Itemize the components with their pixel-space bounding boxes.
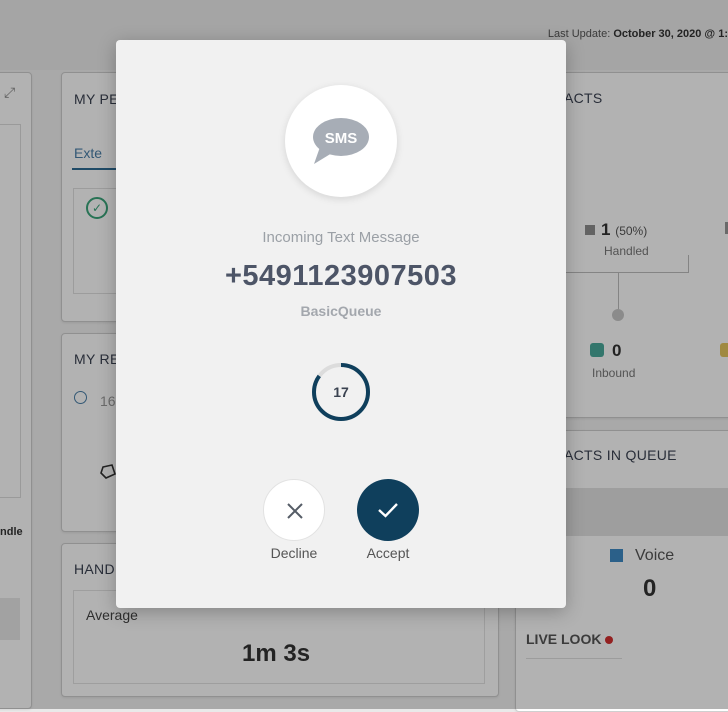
close-icon <box>287 503 303 519</box>
incoming-label: Incoming Text Message <box>262 229 420 246</box>
countdown-timer: 17 <box>311 362 371 422</box>
queue-name: BasicQueue <box>300 303 382 319</box>
accept-button[interactable] <box>357 479 419 541</box>
checkmark-icon <box>378 503 398 518</box>
sms-icon-text: SMS <box>325 130 358 147</box>
timer-value: 17 <box>333 384 349 400</box>
decline-button[interactable] <box>263 479 325 541</box>
incoming-message-modal: SMS Incoming Text Message +5491123907503… <box>116 40 566 608</box>
sms-icon-circle: SMS <box>285 85 397 197</box>
decline-label[interactable]: Decline <box>244 545 344 561</box>
sms-bubble-icon: SMS <box>313 118 369 164</box>
phone-number: +5491123907503 <box>224 260 457 292</box>
accept-label[interactable]: Accept <box>338 545 438 561</box>
